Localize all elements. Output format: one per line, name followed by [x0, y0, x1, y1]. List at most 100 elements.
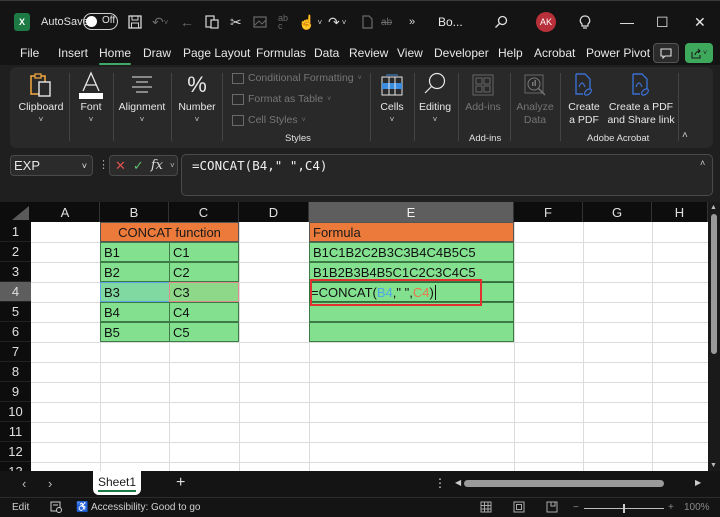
tab-page-layout[interactable]: Page Layout: [183, 46, 250, 60]
analyze-data-button[interactable]: Analyze Data: [515, 67, 555, 148]
close-button[interactable]: ✕: [694, 13, 706, 31]
tab-splitter-handle[interactable]: ⋮: [434, 476, 446, 490]
minimize-button[interactable]: —: [620, 13, 634, 31]
tab-formulas[interactable]: Formulas: [256, 46, 306, 60]
tab-review[interactable]: Review: [349, 46, 388, 60]
vertical-scrollbar[interactable]: ▲ ▼: [708, 202, 720, 471]
maximize-button[interactable]: ☐: [656, 13, 669, 31]
scroll-down-icon[interactable]: ▼: [710, 462, 717, 469]
workbook-statistics-icon[interactable]: [50, 501, 62, 516]
collapse-formula-bar-icon[interactable]: ˄: [700, 158, 705, 168]
cell-c5[interactable]: C4: [169, 302, 239, 322]
name-box[interactable]: EXP ˅: [10, 155, 93, 176]
scroll-right-icon[interactable]: ▶: [695, 478, 701, 487]
cell-e6[interactable]: [309, 322, 514, 342]
cell-c2[interactable]: C1: [169, 242, 239, 262]
row-header-13[interactable]: 13: [0, 462, 31, 471]
scroll-left-icon[interactable]: ◀: [455, 478, 461, 487]
accessibility-icon[interactable]: ♿: [76, 502, 88, 513]
column-header-b[interactable]: B: [100, 202, 169, 222]
cell-b5[interactable]: B4: [100, 302, 170, 322]
tab-power-pivot[interactable]: Power Pivot: [586, 46, 650, 60]
row-header-3[interactable]: 3: [0, 262, 31, 282]
row-header-6[interactable]: 6: [0, 322, 31, 342]
document-title[interactable]: Bo...: [438, 13, 463, 31]
insert-function-icon[interactable]: fx: [151, 158, 163, 173]
picture-icon[interactable]: [253, 13, 267, 31]
tab-insert[interactable]: Insert: [58, 46, 88, 60]
cells-button[interactable]: Cells ˅: [374, 67, 410, 148]
paste-icon[interactable]: [205, 13, 219, 31]
share-button[interactable]: ˅: [685, 43, 713, 63]
row-header-12[interactable]: 12: [0, 442, 31, 462]
normal-view-icon[interactable]: [480, 501, 492, 516]
row-header-2[interactable]: 2: [0, 242, 31, 262]
spelling-icon[interactable]: ab c: [278, 13, 288, 31]
enter-icon[interactable]: ✓: [133, 158, 144, 174]
conditional-formatting-button[interactable]: Conditional Formatting ˅: [232, 72, 362, 84]
save-icon[interactable]: [128, 13, 142, 31]
strikethrough-icon[interactable]: ab: [381, 13, 392, 31]
row-header-10[interactable]: 10: [0, 402, 31, 422]
cancel-icon[interactable]: ✕: [115, 158, 126, 174]
cell-b4[interactable]: B3: [100, 282, 170, 302]
font-button[interactable]: Font ˅: [74, 67, 108, 148]
cut-icon[interactable]: ✂: [230, 13, 242, 31]
user-avatar[interactable]: AK: [536, 12, 556, 32]
next-sheet-icon[interactable]: ›: [48, 476, 52, 491]
lightbulb-icon[interactable]: [579, 13, 591, 31]
tab-draw[interactable]: Draw: [143, 46, 171, 60]
row-header-5[interactable]: 5: [0, 302, 31, 322]
zoom-slider-handle[interactable]: [623, 504, 625, 513]
back-arrow-icon[interactable]: ←: [180, 13, 194, 31]
more-options-icon[interactable]: ⋮: [98, 158, 109, 171]
cell-e2[interactable]: B1C1B2C2B3C3B4C4B5C5: [309, 242, 514, 262]
cell-e1[interactable]: Formula: [309, 222, 514, 242]
column-header-g[interactable]: G: [583, 202, 652, 222]
previous-sheet-icon[interactable]: ‹: [22, 476, 26, 491]
tab-view[interactable]: View: [397, 46, 423, 60]
zoom-level[interactable]: 100%: [684, 502, 710, 513]
cell-styles-button[interactable]: Cell Styles ˅: [232, 114, 306, 126]
column-header-a[interactable]: A: [31, 202, 100, 222]
select-all-button[interactable]: [0, 202, 31, 222]
row-header-11[interactable]: 11: [0, 422, 31, 442]
cell-c6[interactable]: C5: [169, 322, 239, 342]
spreadsheet-grid[interactable]: A B C D E F G H 1 2 3 4 5 6 7 8 9 10 11 …: [0, 202, 708, 471]
tab-developer[interactable]: Developer: [434, 46, 489, 60]
column-header-f[interactable]: F: [514, 202, 583, 222]
row-header-4[interactable]: 4: [0, 282, 31, 302]
editing-button[interactable]: Editing ˅: [418, 67, 452, 148]
horizontal-scroll-thumb[interactable]: [464, 480, 664, 487]
comments-button[interactable]: [653, 43, 679, 63]
more-commands-icon[interactable]: »: [409, 13, 415, 31]
accessibility-status[interactable]: Accessibility: Good to go: [91, 502, 201, 513]
format-as-table-button[interactable]: Format as Table ˅: [232, 93, 331, 105]
search-icon[interactable]: [494, 13, 508, 31]
zoom-out-button[interactable]: −: [573, 502, 579, 513]
row-header-8[interactable]: 8: [0, 362, 31, 382]
tab-home[interactable]: Home: [99, 46, 132, 65]
cell-b6[interactable]: B5: [100, 322, 170, 342]
column-header-e[interactable]: E: [309, 202, 514, 222]
tab-acrobat[interactable]: Acrobat: [534, 46, 575, 60]
row-header-7[interactable]: 7: [0, 342, 31, 362]
sheet-tab-sheet1[interactable]: Sheet1: [93, 471, 141, 495]
number-button[interactable]: % Number ˅: [176, 67, 218, 148]
column-header-d[interactable]: D: [239, 202, 309, 222]
clipboard-button[interactable]: Clipboard ˅: [18, 67, 64, 148]
page-layout-view-icon[interactable]: [513, 501, 525, 516]
new-file-icon[interactable]: [362, 13, 373, 31]
tab-help[interactable]: Help: [498, 46, 523, 60]
tab-data[interactable]: Data: [314, 46, 339, 60]
cell-c4[interactable]: C3: [169, 282, 239, 302]
row-header-1[interactable]: 1: [0, 222, 31, 242]
add-sheet-icon[interactable]: +: [176, 474, 185, 492]
autosave-toggle[interactable]: Off: [83, 13, 118, 30]
column-header-c[interactable]: C: [169, 202, 239, 222]
cell-b2[interactable]: B1: [100, 242, 170, 262]
vertical-scroll-thumb[interactable]: [711, 214, 717, 354]
undo-icon[interactable]: ↶ ˅: [152, 13, 168, 31]
tab-file[interactable]: File: [20, 46, 39, 60]
touch-mode-icon[interactable]: ☝ ˅: [298, 13, 322, 31]
